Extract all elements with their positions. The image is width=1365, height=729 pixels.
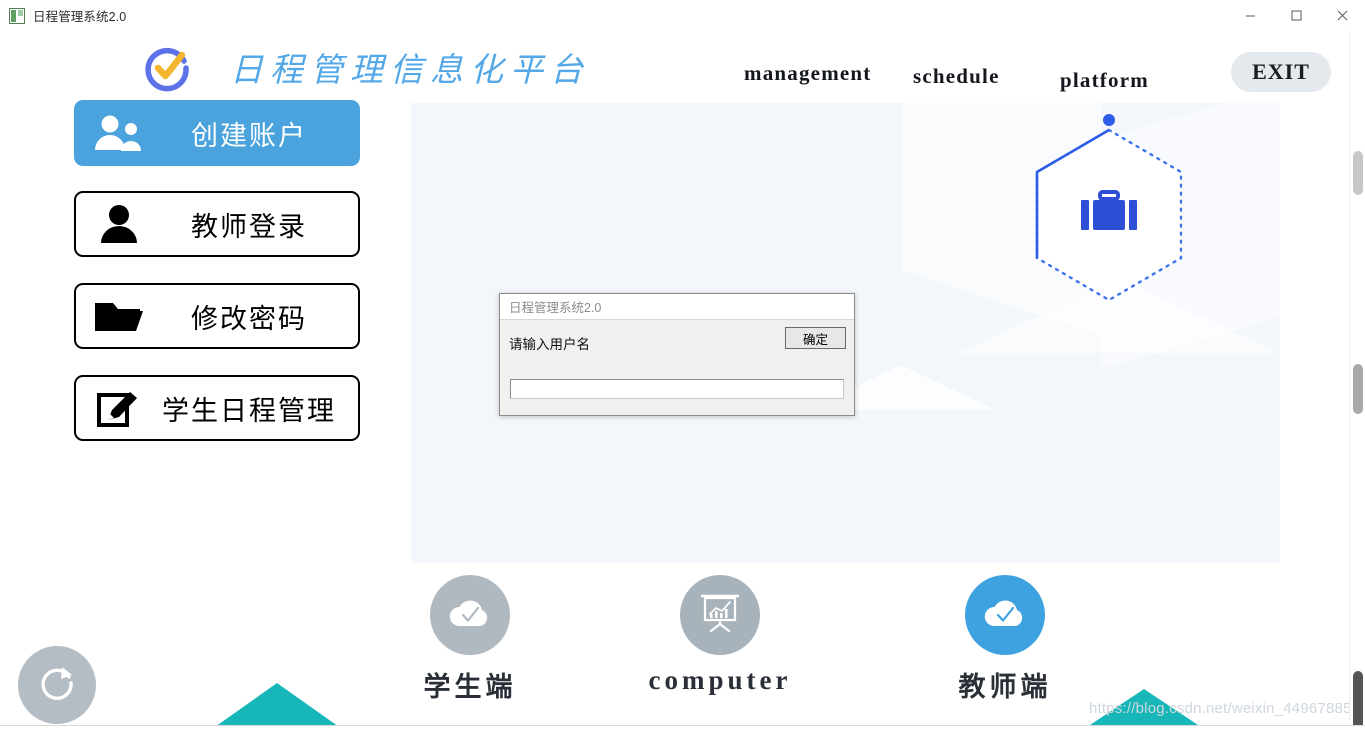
application-window: 日程管理系统2.0 日程管理信息化平台 management schedule … [0, 0, 1365, 729]
folder-icon [88, 293, 150, 339]
feature-computer[interactable]: computer [630, 575, 810, 696]
dialog-titlebar: 日程管理系统2.0 [500, 294, 854, 320]
watermark-text: https://blog.csdn.net/weixin_44967885 [1089, 700, 1352, 717]
sidebar-item-label: 教师登录 [191, 211, 307, 242]
scrollbar-thumb[interactable] [1353, 671, 1363, 729]
cloud-check-icon [980, 593, 1030, 638]
refresh-button[interactable] [18, 646, 96, 724]
window-titlebar: 日程管理系统2.0 [0, 0, 1365, 32]
username-input[interactable] [510, 379, 844, 399]
sidebar-item-label: 创建账户 [191, 120, 307, 151]
sidebar-item-create-account[interactable]: 创建账户 [74, 100, 360, 166]
feature-student-client[interactable]: 学生端 [380, 575, 560, 704]
scrollbar-thumb[interactable] [1353, 364, 1363, 414]
close-button[interactable] [1319, 0, 1365, 31]
sidebar-item-teacher-login[interactable]: 教师登录 [74, 191, 360, 257]
feature-icon-circle [430, 575, 510, 655]
presentation-chart-icon [697, 590, 743, 641]
hexagon-illustration [1009, 108, 1209, 323]
sidebar-item-student-schedule[interactable]: 学生日程管理 [74, 375, 360, 441]
window-controls [1227, 0, 1365, 31]
nav-item-management[interactable]: management [744, 61, 871, 86]
feature-label: 教师端 [958, 672, 1052, 702]
dialog-confirm-button[interactable]: 确定 [785, 327, 846, 349]
sidebar-item-change-password[interactable]: 修改密码 [74, 283, 360, 349]
page-title: 日程管理信息化平台 [230, 53, 590, 89]
scrollbar-thumb[interactable] [1353, 151, 1363, 195]
feature-label: 学生端 [423, 672, 517, 702]
page-header: 日程管理信息化平台 management schedule platform E… [0, 31, 1365, 95]
decorative-triangle [212, 683, 342, 729]
username-prompt-dialog: 日程管理系统2.0 请输入用户名 确定 [499, 293, 855, 416]
node-dot-icon [1103, 114, 1115, 126]
cloud-check-icon [445, 593, 495, 638]
user-icon [88, 201, 150, 247]
vertical-scrollbar[interactable] [1349, 31, 1365, 729]
exit-button[interactable]: EXIT [1231, 52, 1331, 92]
minimize-button[interactable] [1227, 0, 1273, 31]
main-nav: management schedule platform [744, 47, 1214, 93]
sidebar-item-label: 修改密码 [191, 303, 307, 334]
circle-check-logo-icon [143, 44, 191, 92]
briefcase-icon [1080, 188, 1138, 238]
maximize-button[interactable] [1273, 0, 1319, 31]
sidebar: 创建账户 教师登录 修改密码 学生日程管理 [0, 95, 411, 655]
edit-pencil-icon [88, 385, 150, 431]
two-users-icon [86, 110, 148, 156]
feature-label: computer [648, 665, 792, 695]
dialog-title: 日程管理系统2.0 [509, 301, 602, 315]
window-title: 日程管理系统2.0 [33, 10, 127, 24]
app-window-icon [9, 7, 25, 24]
window-bottom-edge [0, 725, 1365, 729]
feature-icon-circle [965, 575, 1045, 655]
nav-item-schedule[interactable]: schedule [913, 64, 1000, 89]
feature-icon-circle [680, 575, 760, 655]
feature-teacher-client[interactable]: 教师端 [915, 575, 1095, 704]
dialog-message: 请输入用户名 [509, 337, 590, 352]
sidebar-item-label: 学生日程管理 [162, 395, 336, 426]
feature-row: 学生端 computer 教师端 [380, 575, 1080, 702]
nav-item-platform[interactable]: platform [1060, 68, 1149, 93]
refresh-icon [36, 662, 78, 709]
